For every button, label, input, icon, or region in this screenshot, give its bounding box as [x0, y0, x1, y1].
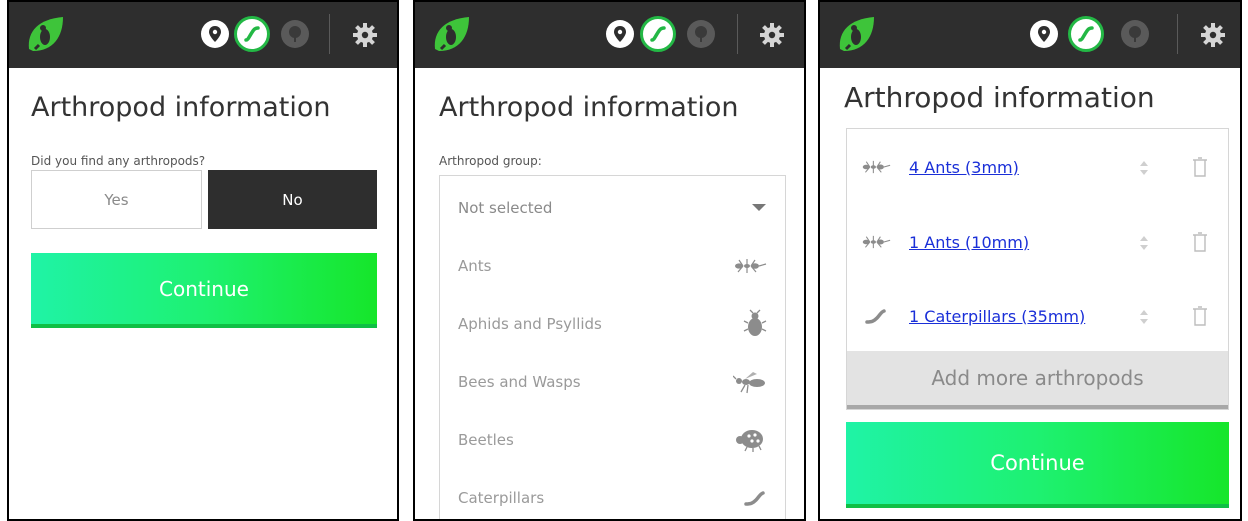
gear-icon[interactable] — [759, 22, 785, 48]
option-caterpillars[interactable]: Caterpillars — [458, 478, 767, 518]
topbar-divider — [329, 14, 330, 54]
arthropod-entry-link[interactable]: 4 Ants (3mm) — [909, 158, 1019, 177]
trash-icon[interactable] — [1192, 157, 1208, 177]
sort-handle-icon[interactable] — [1138, 159, 1150, 177]
tree-step-button[interactable] — [1121, 20, 1149, 48]
continue-button[interactable]: Continue — [31, 253, 377, 328]
trash-icon[interactable] — [1192, 306, 1208, 326]
location-step-button[interactable] — [606, 20, 634, 48]
tree-icon — [281, 20, 309, 48]
list-item: 1 Ants (10mm) — [861, 222, 1216, 262]
caterpillar-icon — [1071, 19, 1101, 49]
question-label: Did you find any arthropods? — [31, 154, 206, 168]
option-label: Caterpillars — [458, 489, 545, 507]
ant-icon — [733, 256, 767, 276]
page-title: Arthropod information — [439, 92, 739, 123]
sort-handle-icon[interactable] — [1138, 234, 1150, 252]
top-bar — [820, 2, 1240, 68]
no-button[interactable]: No — [208, 170, 377, 229]
option-ants[interactable]: Ants — [458, 246, 767, 286]
arthropod-step-button[interactable] — [640, 16, 676, 52]
page-title: Arthropod information — [31, 92, 331, 123]
gear-icon[interactable] — [352, 22, 378, 48]
wasp-icon — [733, 370, 767, 394]
location-step-button[interactable] — [1030, 20, 1058, 48]
gear-icon[interactable] — [1200, 22, 1226, 48]
beetle-icon — [733, 428, 767, 452]
option-aphids-psyllids[interactable]: Aphids and Psyllids — [458, 304, 767, 344]
continue-button[interactable]: Continue — [846, 422, 1229, 508]
screen-arthropod-found: Arthropod information Did you find any a… — [7, 0, 399, 521]
arthropod-group-select[interactable]: Not selected Ants Aphids and Psyllids Be… — [439, 175, 786, 519]
topbar-divider — [1177, 14, 1178, 54]
option-label: Beetles — [458, 431, 514, 449]
arthropod-step-button[interactable] — [234, 16, 270, 52]
ant-icon — [861, 157, 891, 177]
option-label: Aphids and Psyllids — [458, 315, 602, 333]
page-title: Arthropod information — [844, 81, 1155, 114]
map-pin-icon — [201, 20, 229, 48]
screen-arthropod-list: Arthropod information 4 Ants (3mm) 1 Ant… — [818, 0, 1242, 521]
topbar-divider — [737, 14, 738, 54]
tree-step-button[interactable] — [687, 20, 715, 48]
option-bees-wasps[interactable]: Bees and Wasps — [458, 362, 767, 402]
aphid-icon — [743, 309, 767, 339]
trash-icon[interactable] — [1192, 232, 1208, 252]
top-bar — [415, 2, 804, 68]
screen-arthropod-group: Arthropod information Arthropod group: N… — [413, 0, 806, 521]
arthropod-entry-link[interactable]: 1 Ants (10mm) — [909, 233, 1029, 252]
caterpillar-icon — [237, 19, 267, 49]
option-beetles[interactable]: Beetles — [458, 420, 767, 460]
arthropod-entry-link[interactable]: 1 Caterpillars (35mm) — [909, 307, 1085, 326]
sort-handle-icon[interactable] — [1138, 308, 1150, 326]
tree-icon — [1121, 20, 1149, 48]
option-label: Bees and Wasps — [458, 373, 581, 391]
map-pin-icon — [1030, 20, 1058, 48]
app-logo-leaf-icon[interactable] — [836, 15, 876, 53]
tree-icon — [687, 20, 715, 48]
option-label: Ants — [458, 257, 492, 275]
caterpillar-icon — [643, 19, 673, 49]
list-item: 1 Caterpillars (35mm) — [861, 296, 1216, 336]
list-item: 4 Ants (3mm) — [861, 147, 1216, 187]
caterpillar-icon — [861, 306, 891, 326]
app-logo-leaf-icon[interactable] — [431, 15, 471, 53]
top-bar — [9, 2, 397, 68]
add-more-arthropods-button[interactable]: Add more arthropods — [847, 351, 1228, 409]
arthropod-step-button[interactable] — [1068, 16, 1104, 52]
select-value: Not selected — [458, 199, 553, 217]
app-logo-leaf-icon[interactable] — [25, 15, 65, 53]
chevron-down-icon — [751, 203, 767, 213]
group-label: Arthropod group: — [439, 154, 542, 168]
tree-step-button[interactable] — [281, 20, 309, 48]
map-pin-icon — [606, 20, 634, 48]
arthropod-list: 4 Ants (3mm) 1 Ants (10mm) 1 Caterpillar… — [846, 128, 1229, 410]
ant-icon — [861, 232, 891, 252]
location-step-button[interactable] — [201, 20, 229, 48]
caterpillar-icon — [743, 488, 767, 508]
yes-button[interactable]: Yes — [31, 170, 202, 229]
select-current-value[interactable]: Not selected — [458, 188, 767, 228]
